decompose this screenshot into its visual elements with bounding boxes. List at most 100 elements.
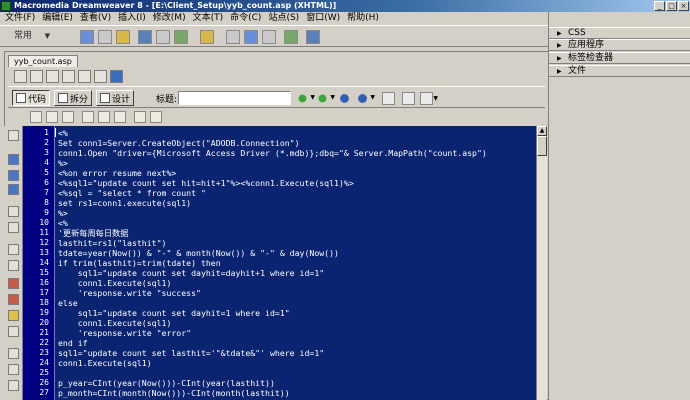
view-options-icon[interactable]: [402, 92, 415, 105]
line-number: 12: [39, 238, 49, 247]
insert-category-label: 常用: [14, 31, 33, 41]
line-number: 25: [39, 368, 49, 377]
panel-group-tag-inspector[interactable]: ▶ 标签检查器: [549, 52, 690, 64]
server-include-icon[interactable]: [244, 30, 258, 44]
refresh-icon[interactable]: [382, 92, 395, 105]
preview-browser-icon[interactable]: ▼: [356, 92, 375, 105]
script-icon[interactable]: [306, 30, 320, 44]
design-view-button[interactable]: 设计: [96, 90, 135, 106]
visual-aids-icon[interactable]: ▼: [420, 92, 438, 105]
menu-site[interactable]: 站点(S): [266, 12, 304, 25]
menu-commands[interactable]: 命令(C): [228, 12, 266, 25]
apply-comment-icon[interactable]: [8, 278, 19, 289]
menu-edit[interactable]: 编辑(E): [40, 12, 78, 25]
file-management-icon[interactable]: [338, 92, 351, 105]
wrap-tag-icon[interactable]: [8, 310, 19, 321]
line-number: 4: [44, 158, 49, 167]
minimize-button[interactable]: _: [654, 1, 665, 11]
code-line: 'response.write "success": [58, 288, 201, 298]
code-editor[interactable]: <% Set conn1=Server.CreateObject("ADODB.C…: [54, 126, 536, 400]
redo-icon[interactable]: [150, 111, 162, 123]
split-view-icon: [58, 93, 68, 103]
vertical-scrollbar[interactable]: ▲: [536, 126, 547, 400]
split-view-button[interactable]: 拆分: [54, 90, 93, 106]
validate-icon[interactable]: ▼: [296, 92, 315, 105]
cut-icon[interactable]: [82, 111, 94, 123]
page-icon[interactable]: [62, 70, 75, 83]
page-icon[interactable]: [14, 70, 27, 83]
code-view-button[interactable]: 代码: [12, 90, 51, 106]
recent-snippets-icon[interactable]: [8, 326, 19, 337]
chevron-down-icon: ▼: [330, 94, 335, 101]
open-folder-icon[interactable]: [30, 111, 42, 123]
menu-modify[interactable]: 修改(M): [151, 12, 191, 25]
save-all-icon[interactable]: [62, 111, 74, 123]
paste-icon[interactable]: [114, 111, 126, 123]
line-number: 8: [44, 198, 49, 207]
named-anchor-icon[interactable]: [116, 30, 130, 44]
indent-icon[interactable]: [8, 348, 19, 359]
code-line: tdate=year(Now()) & "-" & month(Now()) &…: [58, 248, 339, 258]
code-line: lasthit=rs1("lasthit"): [58, 238, 167, 248]
edit-toolbar: [8, 109, 545, 125]
select-parent-tag-icon[interactable]: [8, 206, 19, 217]
date-icon[interactable]: [226, 30, 240, 44]
outdent-icon[interactable]: [8, 364, 19, 375]
page-icon[interactable]: [78, 70, 91, 83]
insert-category-dropdown[interactable]: 常用 ▼: [6, 29, 52, 44]
media-icon[interactable]: [200, 30, 214, 44]
line-number: 2: [44, 138, 49, 147]
panel-group-css[interactable]: ▶ CSS: [549, 27, 690, 39]
code-view-label: 代码: [28, 94, 47, 105]
globe-icon[interactable]: [110, 70, 123, 83]
page-icon[interactable]: [46, 70, 59, 83]
close-button[interactable]: ×: [678, 1, 689, 11]
undo-icon[interactable]: [134, 111, 146, 123]
code-line: set rs1=conn1.execute(sql1): [58, 198, 192, 208]
code-line: conn1.Execute(sql1): [58, 318, 172, 328]
highlight-invalid-icon[interactable]: [8, 260, 19, 271]
code-line: sql1="update count set dayhit=dayhit+1 w…: [58, 268, 325, 278]
title-label: 标题:: [156, 95, 178, 105]
line-number: 18: [39, 298, 49, 307]
panel-group-application[interactable]: ▶ 应用程序: [549, 39, 690, 51]
comment-icon[interactable]: [262, 30, 276, 44]
save-icon[interactable]: [46, 111, 58, 123]
document-title-input[interactable]: [178, 91, 291, 105]
collapse-selection-icon[interactable]: [8, 170, 19, 181]
page-icon[interactable]: [94, 70, 107, 83]
panel-grip[interactable]: [549, 12, 690, 26]
copy-icon[interactable]: [98, 111, 110, 123]
expand-all-icon[interactable]: [8, 184, 19, 195]
line-number: 21: [39, 328, 49, 337]
image-icon[interactable]: [174, 30, 188, 44]
split-view-label: 拆分: [70, 94, 89, 105]
balance-braces-icon[interactable]: [8, 222, 19, 233]
panel-group-files[interactable]: ▶ 文件: [549, 65, 690, 77]
code-line: %>: [58, 158, 68, 168]
menu-text[interactable]: 文本(T): [191, 12, 229, 25]
line-numbers-icon[interactable]: [8, 244, 19, 255]
head-icon[interactable]: [284, 30, 298, 44]
menu-view[interactable]: 查看(V): [78, 12, 116, 25]
page-icon[interactable]: [30, 70, 43, 83]
scrollbar-thumb[interactable]: [537, 136, 547, 156]
remove-comment-icon[interactable]: [8, 294, 19, 305]
hyperlink-icon[interactable]: [80, 30, 94, 44]
menu-help[interactable]: 帮助(H): [345, 12, 384, 25]
line-number: 16: [39, 278, 49, 287]
collapse-tag-icon[interactable]: [8, 154, 19, 165]
email-link-icon[interactable]: [98, 30, 112, 44]
open-documents-icon[interactable]: [8, 130, 19, 141]
document-tab[interactable]: yyb_count.asp: [8, 55, 78, 67]
menu-window[interactable]: 窗口(W): [304, 12, 345, 25]
check-browser-icon[interactable]: ▼: [316, 92, 335, 105]
menu-insert[interactable]: 插入(I): [116, 12, 151, 25]
maximize-button[interactable]: □: [666, 1, 677, 11]
layer-icon[interactable]: [156, 30, 170, 44]
code-line: conn1.Execute(sql1): [58, 278, 172, 288]
format-source-icon[interactable]: [8, 380, 19, 391]
menu-file[interactable]: 文件(F): [3, 12, 40, 25]
table-icon[interactable]: [138, 30, 152, 44]
scroll-up-arrow-icon[interactable]: ▲: [537, 126, 547, 136]
